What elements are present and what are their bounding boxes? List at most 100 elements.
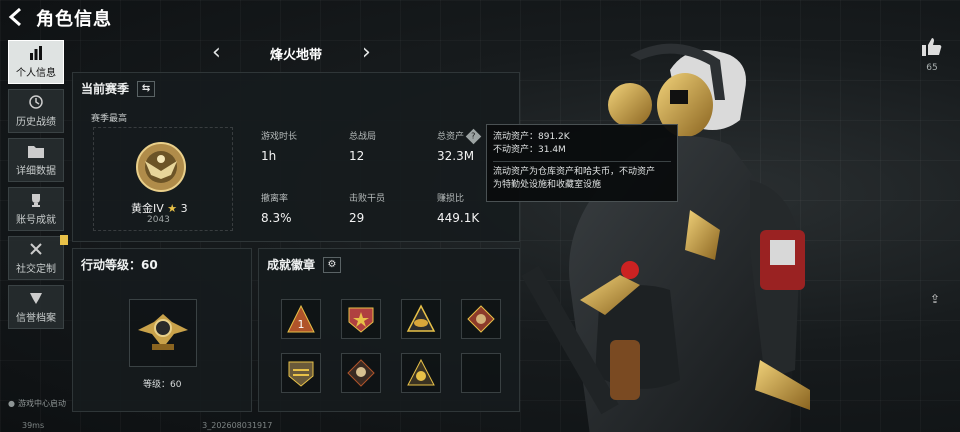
badge-crest-icon [288, 361, 314, 387]
stat-profit-ratio: 赚损比 449.1K [437, 191, 479, 225]
nav-label: 信誉档案 [16, 313, 56, 324]
badge-skull-icon [347, 359, 375, 387]
achievement-badge-empty[interactable] [461, 353, 501, 393]
assets-tooltip: 流动资产：891.2K 不动资产：31.4M 流动资产为仓库资产和哈夫币，不动资… [486, 124, 678, 202]
nav-label: 账号成就 [16, 215, 56, 226]
header: 角色信息 [8, 6, 112, 30]
tooltip-fixed-assets: 不动资产：31.4M [493, 145, 566, 155]
rank-name: 黄金IV [131, 202, 164, 215]
stat-total-matches: 总战局 12 [349, 129, 376, 163]
stat-kills: 击败干员 29 [349, 191, 385, 225]
rank-name-row: 黄金IV ★ 3 [131, 200, 188, 216]
folder-icon [28, 143, 44, 159]
rank-score: 2043 [147, 215, 170, 225]
tooltip-description-1: 流动资产为仓库资产和哈夫币，不动资产 [493, 167, 656, 177]
nav-label: 详细数据 [16, 166, 56, 177]
map-name: 烽火地带 [269, 47, 322, 63]
stat-play-time: 游戏时长 1h [261, 129, 297, 163]
shield-icon [28, 290, 44, 306]
help-icon[interactable]: ? [465, 128, 482, 145]
share-icon[interactable]: ⇪ [930, 292, 948, 306]
achievements-title: 成就徽章 [267, 258, 316, 272]
season-title-row: 当前赛季 ⇆ [81, 80, 156, 97]
nav-item-details[interactable]: 详细数据 [8, 138, 64, 182]
achievement-badge[interactable] [341, 299, 381, 339]
tools-icon [28, 241, 44, 257]
level-emblem-icon [138, 314, 188, 350]
like-count: 65 [926, 63, 938, 73]
stat-label: 总资产 [437, 132, 465, 142]
season-best-label: 赛季最高 [91, 114, 128, 124]
stat-value: 449.1K [437, 211, 480, 225]
level-panel: 行动等级：60 等级：60 [72, 248, 252, 412]
achievement-badge[interactable] [401, 353, 441, 393]
trophy-icon [28, 192, 44, 208]
level-emblem-frame [129, 299, 197, 367]
badge-rank-one-icon: 1 [287, 304, 315, 333]
season-title: 当前赛季 [81, 82, 130, 96]
badge-helmet-icon [406, 304, 436, 332]
achievement-badge[interactable]: 1 [281, 299, 321, 339]
rank-stars: 3 [180, 202, 188, 215]
achievement-badge[interactable] [461, 299, 501, 339]
nav-item-achievements[interactable]: 账号成就 [8, 187, 64, 231]
tooltip-liquid-assets: 流动资产：891.2K [493, 132, 570, 142]
history-icon [28, 94, 44, 110]
stat-value: 8.3% [261, 211, 292, 225]
badge-triangle-emblem-icon [407, 358, 435, 386]
achievement-badge[interactable] [401, 299, 441, 339]
gamecenter-icon: ● [8, 399, 15, 408]
nav-label: 个人信息 [16, 68, 56, 79]
nav-label: 社交定制 [16, 264, 56, 275]
stat-value: 12 [349, 149, 365, 163]
achievement-badge[interactable] [281, 353, 321, 393]
ping-value: 39ms [22, 421, 45, 430]
notification-badge [60, 235, 68, 245]
gamecenter-label: 游戏中心启动 [17, 399, 66, 408]
stat-total-assets: 总资产? 32.3M [437, 128, 482, 163]
stat-label: 游戏时长 [261, 132, 298, 142]
badge-star-shield-icon [348, 307, 374, 333]
nav-item-reputation[interactable]: 信誉档案 [8, 285, 64, 329]
stat-extract-rate: 撤离率 8.3% [261, 191, 292, 225]
operator-character [521, 43, 810, 432]
season-panel: 当前赛季 ⇆ 赛季最高 黄金IV ★ 3 2043 游戏时长 1h 总战局 12… [72, 72, 520, 242]
stat-label: 击败干员 [349, 194, 386, 204]
achievement-badge[interactable] [341, 353, 381, 393]
rank-star-icon: ★ [167, 202, 178, 215]
bar-chart-icon [28, 45, 44, 61]
badge-diamond-icon [467, 305, 495, 333]
like-widget[interactable]: 65 [922, 38, 942, 73]
prev-map-arrow-icon[interactable]: ‹ [212, 40, 221, 65]
nav-item-history[interactable]: 历史战绩 [8, 89, 64, 133]
page-title: 角色信息 [36, 9, 112, 30]
stat-label: 赚损比 [437, 194, 465, 204]
swap-season-button[interactable]: ⇆ [137, 80, 156, 97]
stat-value: 29 [349, 211, 365, 225]
achievements-panel: 成就徽章 ⚙ 1 [258, 248, 520, 412]
level-text: 等级：60 [143, 380, 182, 390]
next-map-arrow-icon[interactable]: › [362, 40, 371, 65]
nav-item-personal-info[interactable]: 个人信息 [8, 40, 64, 84]
nav-label: 历史战绩 [16, 117, 56, 128]
achievements-title-row: 成就徽章 ⚙ [267, 256, 342, 273]
map-selector: ‹ 烽火地带 › [72, 38, 520, 68]
nav-item-social[interactable]: 社交定制 [8, 235, 68, 280]
stat-value: 32.3M [437, 149, 475, 163]
stat-label-row: 总资产? [437, 128, 482, 145]
tooltip-description-2: 为特勤处设施和收藏室设施 [493, 180, 602, 190]
stat-label: 撤离率 [261, 194, 289, 204]
settings-gear-icon[interactable]: ⚙ [323, 256, 342, 273]
sidebar-nav: 个人信息 历史战绩 详细数据 账号成就 社交定制 信誉档案 [8, 40, 68, 334]
footer-status: 39ms 3_202608031917 [22, 421, 272, 430]
stat-value: 1h [261, 149, 277, 163]
gamecenter-status: ● 游戏中心启动 [8, 398, 66, 409]
level-title: 行动等级：60 [81, 258, 158, 272]
stat-label: 总战局 [349, 132, 377, 142]
build-id: 3_202608031917 [202, 421, 273, 430]
thumbs-up-icon[interactable] [922, 38, 942, 60]
svg-text:1: 1 [298, 318, 305, 331]
back-arrow-icon[interactable] [8, 7, 26, 29]
rank-emblem-icon [136, 142, 186, 192]
tooltip-divider [493, 161, 671, 162]
